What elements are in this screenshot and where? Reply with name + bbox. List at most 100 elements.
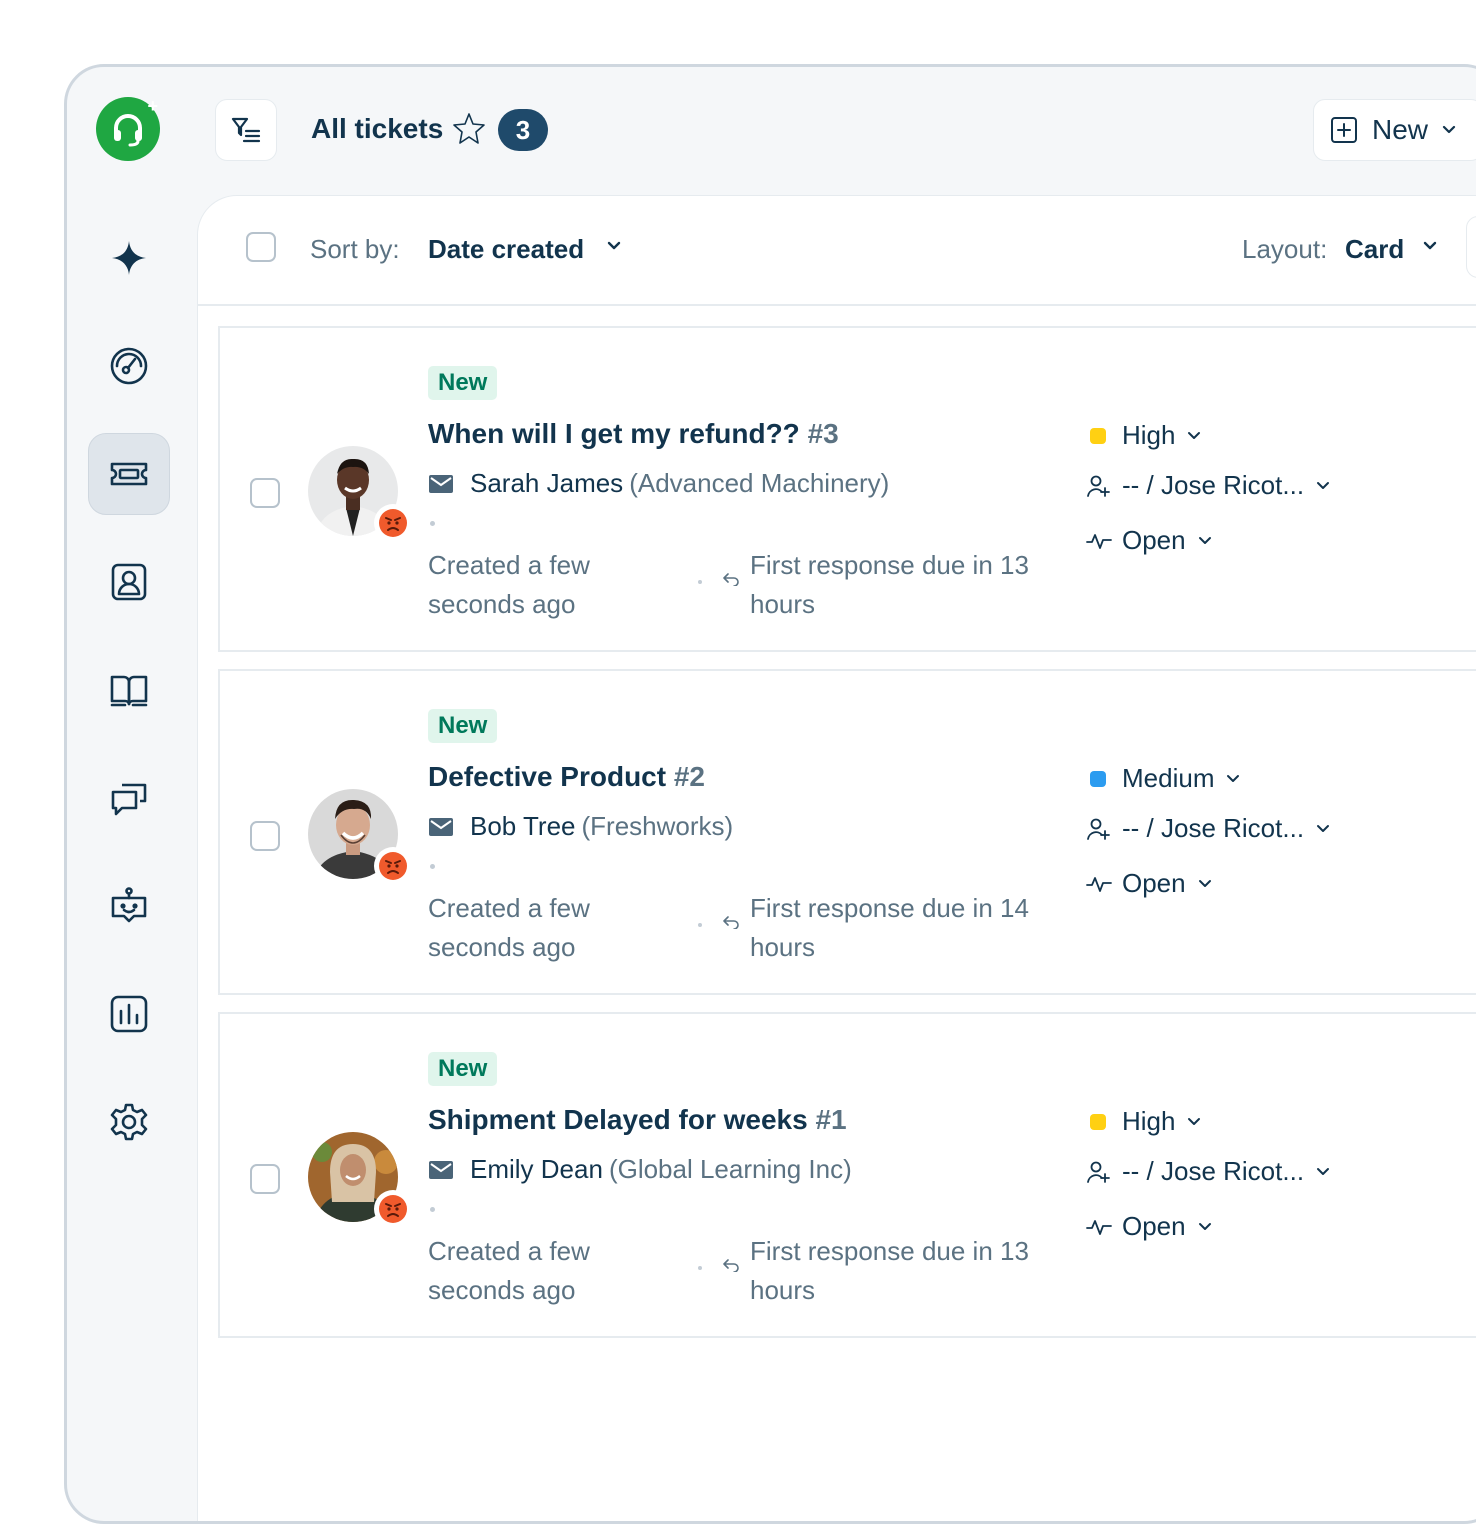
ticket-subject-text[interactable]: Defective Product	[428, 761, 666, 792]
angry-mood-icon	[374, 1190, 412, 1228]
ticket-card[interactable]: New When will I get my refund?? #3 Sarah…	[218, 326, 1476, 652]
chevron-down-icon	[1317, 1167, 1330, 1175]
chevron-down-icon	[1198, 1222, 1211, 1230]
status-dropdown[interactable]: Open	[1086, 868, 1212, 899]
requester: Bob Tree (Freshworks)	[470, 811, 733, 842]
sidebar-item-tickets[interactable]	[88, 433, 170, 515]
bot-icon	[111, 887, 147, 923]
priority-dropdown[interactable]: High	[1086, 1106, 1201, 1137]
ticket-count-badge: 3	[498, 109, 548, 151]
requester-company: (Freshworks)	[581, 811, 734, 841]
knowledge-base-icon	[110, 675, 148, 707]
agent-icon	[1087, 818, 1110, 840]
chevron-down-icon[interactable]	[1422, 240, 1438, 252]
chevron-down-icon[interactable]	[606, 240, 622, 252]
list-toolbar: Sort by: Date created Layout: Card	[198, 196, 1476, 306]
sidebar: +	[67, 67, 197, 1521]
agent-icon	[1087, 475, 1110, 497]
status-badge: New	[428, 709, 498, 743]
sidebar-item-contacts[interactable]	[88, 541, 170, 623]
requester: Emily Dean (Global Learning Inc)	[470, 1154, 852, 1185]
ticket-checkbox[interactable]	[250, 478, 280, 508]
star-icon[interactable]	[451, 111, 487, 147]
new-button-label: New	[1372, 114, 1429, 145]
due-time: First response due in 14 hours	[750, 893, 1029, 962]
priority-dropdown[interactable]: High	[1086, 420, 1201, 451]
reply-icon	[723, 1259, 739, 1272]
email-icon	[429, 1161, 453, 1179]
ticket-number: #1	[815, 1104, 847, 1135]
page-title: All tickets	[311, 113, 444, 144]
requester-company: (Advanced Machinery)	[629, 468, 890, 498]
priority-high-indicator	[1090, 1113, 1106, 1130]
status-value: Open	[1122, 868, 1186, 898]
priority-value: Medium	[1122, 763, 1215, 793]
ticket-card[interactable]: New Defective Product #2 Bob Tree (Freshw…	[218, 669, 1476, 995]
angry-mood-icon	[374, 847, 412, 885]
contacts-icon	[111, 563, 147, 601]
requester-name[interactable]: Sarah James	[470, 468, 623, 498]
sidebar-item-freddy-ai[interactable]	[88, 217, 170, 299]
layout-label: Layout:	[1242, 234, 1328, 264]
separator-dot	[698, 580, 702, 584]
layout-dropdown[interactable]: Card	[1345, 234, 1404, 265]
reports-icon	[110, 995, 148, 1033]
email-icon	[429, 475, 453, 493]
due-time: First response due in 13 hours	[750, 550, 1029, 619]
created-time: Created a few seconds ago	[428, 893, 590, 962]
chevron-down-icon	[1188, 431, 1201, 439]
status-badge: New	[428, 1052, 498, 1086]
ticket-subject[interactable]: When will I get my refund?? #3	[428, 418, 839, 450]
headset-icon	[114, 114, 142, 147]
status-dropdown[interactable]: Open	[1086, 1211, 1212, 1242]
separator-dot	[698, 923, 702, 927]
ticket-checkbox[interactable]	[250, 821, 280, 851]
requester: Sarah James (Advanced Machinery)	[470, 468, 889, 499]
toolbar-extra-button[interactable]	[1466, 216, 1476, 278]
priority-dropdown[interactable]: Medium	[1086, 763, 1240, 794]
assignee-dropdown[interactable]: -- / Jose Ricot...	[1086, 470, 1330, 501]
sidebar-item-bot[interactable]	[88, 865, 170, 947]
ticket-card[interactable]: New Shipment Delayed for weeks #1 Emily …	[218, 1012, 1476, 1338]
sidebar-item-conversations[interactable]	[88, 757, 170, 839]
activity-icon	[1086, 876, 1112, 892]
status-dropdown[interactable]: Open	[1086, 525, 1212, 556]
tickets-icon	[110, 462, 148, 486]
add-box-icon	[1331, 117, 1357, 143]
sidebar-item-reports[interactable]	[88, 973, 170, 1055]
created-time: Created a few seconds ago	[428, 550, 590, 619]
select-all-checkbox[interactable]	[246, 232, 276, 262]
chevron-down-icon	[1198, 536, 1211, 544]
angry-mood-icon	[374, 504, 412, 542]
ticket-subject[interactable]: Defective Product #2	[428, 761, 705, 793]
sidebar-item-settings[interactable]	[88, 1081, 170, 1163]
sidebar-item-knowledge-base[interactable]	[88, 649, 170, 731]
agent-icon	[1087, 1161, 1110, 1183]
separator-dot	[698, 1266, 702, 1270]
sidebar-item-dashboard[interactable]	[88, 325, 170, 407]
app-logo[interactable]: +	[96, 97, 160, 161]
assignee-dropdown[interactable]: -- / Jose Ricot...	[1086, 1156, 1330, 1187]
new-button[interactable]: New	[1313, 99, 1476, 161]
filter-toggle-button[interactable]	[215, 99, 277, 161]
sort-dropdown[interactable]: Date created	[428, 234, 584, 265]
chevron-down-icon	[1317, 481, 1330, 489]
requester-name[interactable]: Emily Dean	[470, 1154, 603, 1184]
assignee-dropdown[interactable]: -- / Jose Ricot...	[1086, 813, 1330, 844]
separator-dot	[430, 1207, 435, 1212]
due-time: First response due in 13 hours	[750, 1236, 1029, 1305]
requester-name[interactable]: Bob Tree	[470, 811, 576, 841]
ticket-subject-text[interactable]: When will I get my refund??	[428, 418, 800, 449]
ticket-checkbox[interactable]	[250, 1164, 280, 1194]
status-value: Open	[1122, 1211, 1186, 1241]
chevron-down-icon	[1198, 879, 1211, 887]
status-value: Open	[1122, 525, 1186, 555]
ticket-subject-text[interactable]: Shipment Delayed for weeks	[428, 1104, 808, 1135]
reply-icon	[723, 916, 739, 929]
chevron-down-icon	[1227, 774, 1240, 782]
ticket-subject[interactable]: Shipment Delayed for weeks #1	[428, 1104, 847, 1136]
assignee-value: -- / Jose Ricot...	[1122, 813, 1305, 843]
status-badge: New	[428, 366, 498, 400]
sort-label: Sort by:	[310, 234, 400, 264]
chevron-down-icon	[1442, 125, 1456, 134]
